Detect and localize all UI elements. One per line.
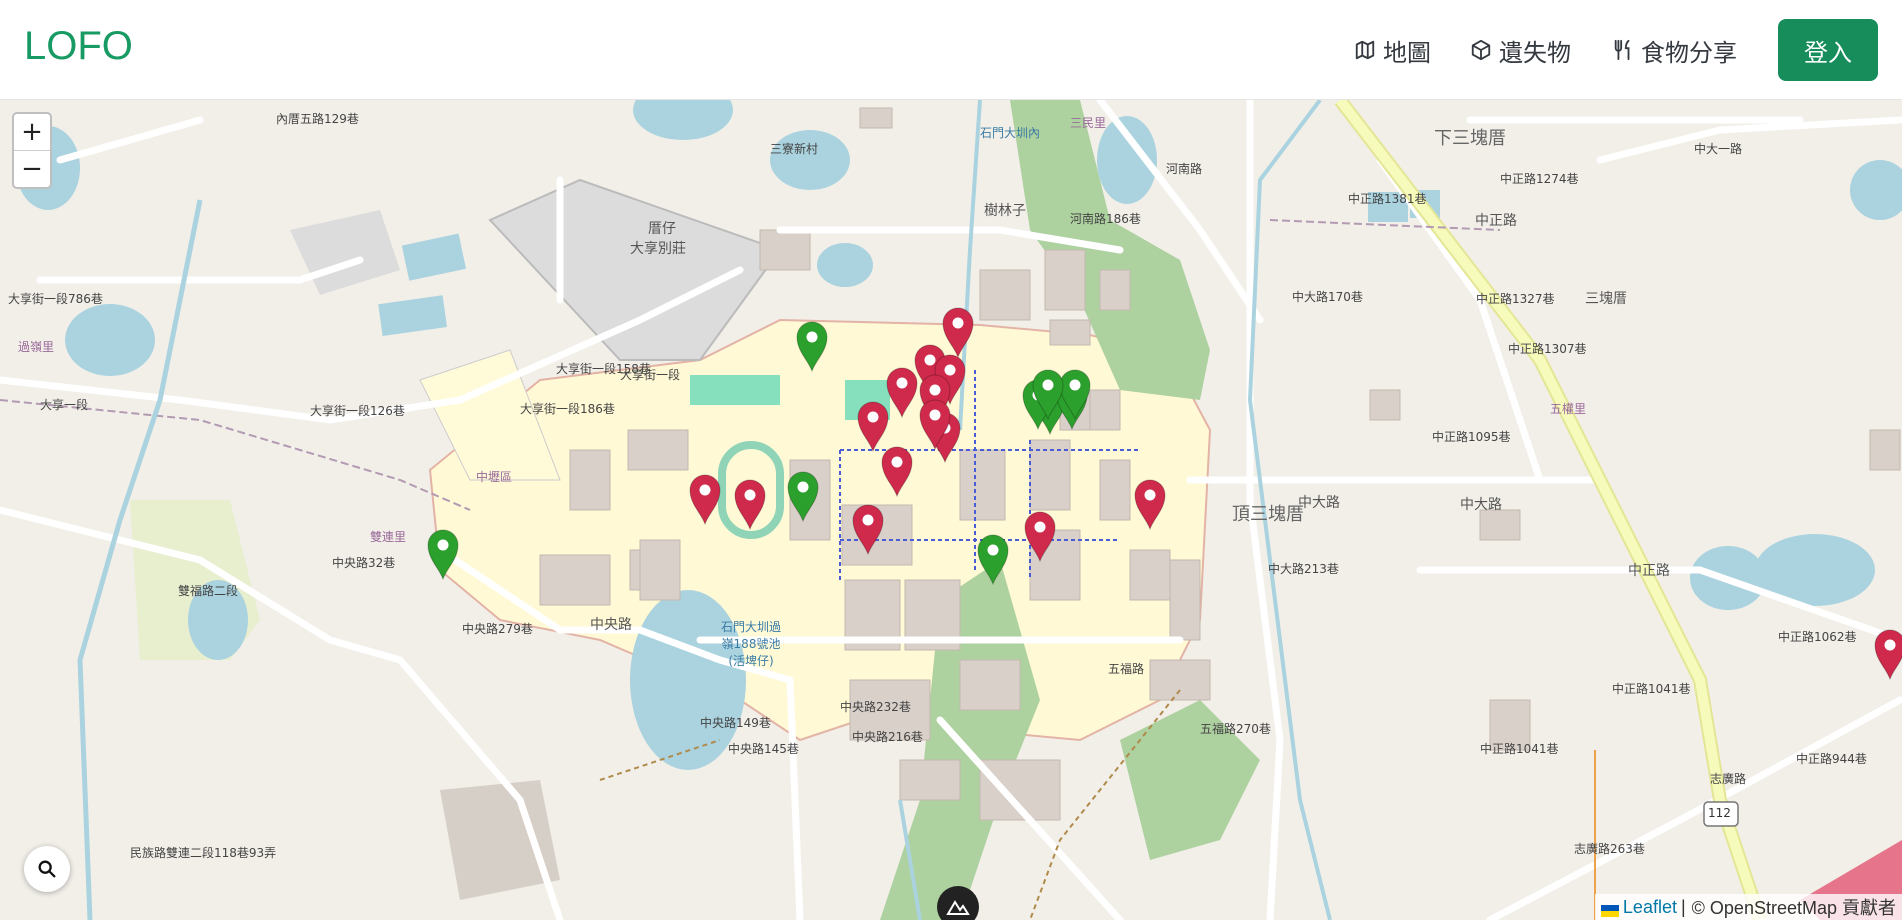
red-map-marker[interactable]: [1023, 510, 1057, 563]
road-label: 大享街一段158巷: [556, 362, 651, 376]
red-map-marker[interactable]: [733, 478, 767, 531]
attribution-separator: |: [1680, 896, 1686, 917]
road-label: 中正路1041巷: [1612, 682, 1691, 696]
road-label: 中正路1381巷: [1348, 192, 1427, 206]
road-label: 五福路: [1108, 662, 1145, 676]
nav-lost-items[interactable]: 遺失物: [1470, 33, 1571, 67]
road-label: 中正路: [1475, 213, 1517, 229]
route-shield-label: 112: [1708, 806, 1731, 820]
district-label: 過嶺里: [18, 340, 55, 354]
road-label: 大享街一段186巷: [520, 402, 615, 416]
road-label: 中正路1327巷: [1476, 292, 1555, 306]
district-label: 五權里: [1550, 402, 1587, 416]
app-logo[interactable]: LOFO: [24, 24, 133, 69]
red-map-marker[interactable]: [1133, 478, 1167, 531]
place-label: 三塊厝: [1585, 291, 1627, 307]
road-label: 中央路32巷: [332, 556, 396, 570]
leaflet-link[interactable]: Leaflet: [1623, 897, 1677, 918]
road-label: 中正路1041巷: [1480, 742, 1559, 756]
green-map-marker[interactable]: [1031, 368, 1065, 421]
red-map-marker[interactable]: [688, 473, 722, 526]
green-map-marker[interactable]: [795, 320, 829, 373]
road-label: 中央路: [590, 617, 632, 633]
login-button[interactable]: 登入: [1778, 19, 1878, 81]
zoom-control: + −: [12, 112, 52, 189]
road-label: 五福路270巷: [1200, 722, 1271, 736]
ukraine-flag-icon: [1600, 901, 1619, 917]
road-label: 志廣路263巷: [1574, 842, 1645, 856]
road-label: 大享一段: [40, 398, 89, 412]
road-label: 中正路944巷: [1796, 752, 1867, 766]
road-label: 中大路170巷: [1292, 290, 1363, 304]
road-label: 雙福路二段: [178, 584, 239, 598]
mountain-icon: [946, 900, 970, 915]
road-label: 中大路: [1298, 495, 1340, 511]
place-label: 樹林子: [984, 203, 1026, 219]
place-label: 頂三塊厝: [1232, 504, 1304, 525]
package-icon: [1471, 39, 1491, 61]
map-view[interactable]: 下三塊厝 三塊厝 頂三塊厝 樹林子 厝仔 大享別莊 中大路 中大路 中央路 中正…: [0, 100, 1902, 920]
green-map-marker[interactable]: [976, 533, 1010, 586]
nav-map[interactable]: 地圖: [1354, 33, 1431, 67]
road-label: 中正路1095巷: [1432, 430, 1511, 444]
place-label: 大享別莊: [630, 241, 686, 257]
green-map-marker[interactable]: [426, 528, 460, 581]
road-label: 河南路186巷: [1070, 212, 1141, 226]
district-label: 雙連里: [370, 530, 407, 544]
utensils-icon: [1614, 39, 1630, 61]
red-map-marker[interactable]: [880, 445, 914, 498]
district-label: 三民里: [1070, 116, 1107, 130]
road-label: 中央路232巷: [840, 700, 911, 714]
search-icon: [38, 860, 56, 878]
road-label: 大享街一段126巷: [310, 404, 405, 418]
place-label: 三寮新村: [770, 142, 819, 156]
road-label: 大享街一段786巷: [8, 292, 103, 306]
district-label: 中壢區: [476, 470, 513, 484]
road-label: 志廣路: [1710, 772, 1747, 786]
road-label: 民族路雙連二段118巷93弄: [130, 846, 277, 860]
road-label: 中央路149巷: [700, 716, 771, 730]
water-label: 石門大圳過嶺188號池(活埤仔): [720, 620, 781, 668]
map-icon: [1355, 40, 1375, 60]
road-label: 中正路1274巷: [1500, 172, 1579, 186]
top-navbar: LOFO 地圖 遺失物 食物分享 登入: [0, 0, 1902, 100]
road-label: 內厝五路129巷: [276, 112, 359, 126]
red-map-marker[interactable]: [885, 366, 919, 419]
water-label: 石門大圳內: [980, 126, 1041, 140]
road-label: 中正路1307巷: [1508, 342, 1587, 356]
nav-map-label: 地圖: [1383, 38, 1431, 67]
road-label: 中央路145巷: [728, 742, 799, 756]
mapbox-logo-button[interactable]: [937, 886, 979, 920]
map-attribution: Leaflet | © OpenStreetMap 貢獻者: [1594, 894, 1902, 920]
road-label: 河南路: [1166, 162, 1203, 176]
road-label: 中央路216巷: [852, 730, 923, 744]
place-label: 下三塊厝: [1434, 128, 1506, 149]
place-label: 厝仔: [648, 221, 676, 237]
road-label: 中大路213巷: [1268, 562, 1339, 576]
zoom-in-button[interactable]: +: [14, 114, 50, 151]
road-label: 中正路: [1628, 563, 1670, 579]
red-map-marker[interactable]: [851, 503, 885, 556]
road-label: 中大路: [1460, 497, 1502, 513]
red-map-marker[interactable]: [918, 398, 952, 451]
nav-food-share-label: 食物分享: [1641, 38, 1737, 67]
nav-food-share[interactable]: 食物分享: [1612, 33, 1737, 67]
road-label: 中央路279巷: [462, 622, 533, 636]
road-label: 中大一路: [1694, 142, 1743, 156]
nav-lost-items-label: 遺失物: [1499, 38, 1571, 67]
zoom-out-button[interactable]: −: [14, 151, 50, 187]
red-map-marker[interactable]: [1873, 628, 1902, 681]
map-search-button[interactable]: [24, 846, 70, 892]
osm-attribution: © OpenStreetMap 貢獻者: [1691, 898, 1896, 918]
road-label: 中正路1062巷: [1778, 630, 1857, 644]
map-tiles[interactable]: [0, 100, 1902, 920]
green-map-marker[interactable]: [786, 470, 820, 523]
